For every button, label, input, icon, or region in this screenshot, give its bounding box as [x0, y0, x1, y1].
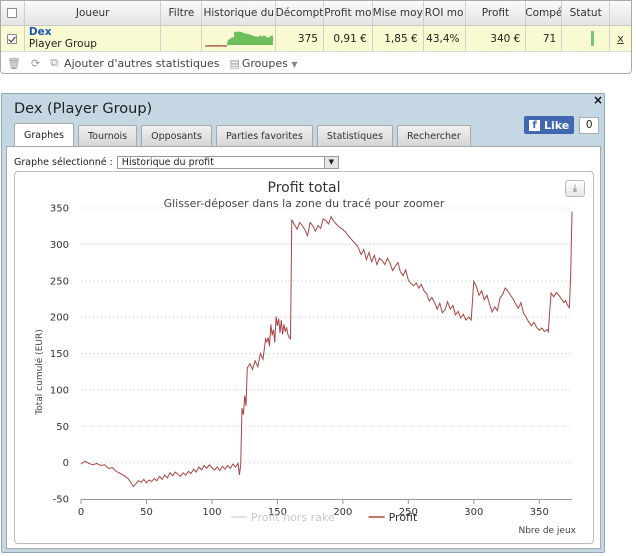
profit-chart-container: ⤓ Profit total Glisser-déposer dans la z… — [14, 171, 594, 544]
facebook-icon: f — [529, 119, 540, 131]
count-cell: 375 — [276, 26, 324, 51]
sparkline-chart — [204, 30, 273, 47]
column-header-avg-bet[interactable]: Mise moy — [373, 1, 424, 25]
profit-avg-cell: 0,91 € — [324, 26, 373, 51]
dialog-title: Dex (Player Group) — [14, 101, 153, 117]
graphs-panel: Graphe sélectionné : Historique du profi… — [6, 146, 601, 549]
y-tick-label: 100 — [50, 385, 69, 396]
tab-opponents[interactable]: Opposants — [141, 125, 212, 146]
column-header-remove — [610, 1, 631, 25]
avg-bet-cell: 1,85 € — [373, 26, 424, 51]
y-tick-label: 150 — [50, 349, 69, 360]
status-indicator — [591, 31, 595, 46]
column-header-profit[interactable]: Profit — [466, 1, 527, 25]
x-tick-label: 300 — [464, 507, 483, 518]
row-checkbox-cell[interactable] — [1, 26, 25, 51]
player-dialog: Dex (Player Group) f Like 0 Graphes Tour… — [1, 93, 605, 553]
competitions-cell: 71 — [526, 26, 563, 51]
select-all-checkbox[interactable] — [7, 8, 18, 18]
chevron-down-icon: ▼ — [291, 59, 298, 69]
graph-selector-row: Graphe sélectionné : Historique du profi… — [14, 156, 339, 169]
groups-icon: ▤ — [229, 56, 240, 70]
legend-item: Profit — [389, 511, 418, 524]
refresh-icon[interactable]: ⟳ — [31, 57, 40, 70]
add-stats-link[interactable]: Ajouter d'autres statistiques — [64, 57, 219, 70]
y-tick-label: 250 — [50, 276, 69, 287]
y-tick-label: 50 — [56, 422, 69, 433]
tab-favorite-games[interactable]: Parties favorites — [215, 125, 313, 146]
y-tick-label: -50 — [53, 495, 69, 506]
add-stats-icon[interactable]: ⧉ — [50, 56, 58, 70]
column-header-competitions[interactable]: Compé — [526, 1, 563, 25]
column-header-count[interactable]: Décompt — [276, 1, 324, 25]
legend-item: Profit hors rake — [251, 511, 335, 524]
graph-select[interactable]: Historique du profit ▼ — [116, 156, 339, 169]
player-name-link[interactable]: Dex — [29, 27, 52, 38]
graph-select-label: Graphe sélectionné : — [14, 157, 113, 168]
column-header-roi[interactable]: ROI mo — [424, 1, 466, 25]
y-tick-label: 300 — [50, 240, 69, 251]
grid-footer: 🗑 ⟳ ⧉ Ajouter d'autres statistiques ▤ Gr… — [1, 53, 631, 73]
roi-cell: 43,4% — [424, 26, 466, 51]
player-grid: Joueur Filtre Historique du Décompt Prof… — [0, 0, 632, 74]
chart-title: Profit total — [268, 180, 341, 196]
y-axis-label: Total cumulé (EUR) — [34, 329, 45, 415]
close-dialog-icon[interactable]: × — [593, 93, 603, 107]
groups-dropdown[interactable]: Groupes ▼ — [242, 57, 298, 70]
y-tick-label: 0 — [63, 458, 69, 469]
dialog-tabs: Graphes Tournois Opposants Parties favor… — [14, 123, 475, 146]
column-header-status[interactable]: Statut — [562, 1, 611, 25]
row-checkbox[interactable] — [7, 33, 18, 44]
facebook-like: f Like 0 — [524, 116, 600, 134]
profit-cell: 340 € — [466, 26, 527, 51]
remove-row-button[interactable]: x — [617, 32, 624, 45]
filter-cell — [161, 26, 203, 51]
player-cell[interactable]: Dex Player Group — [25, 26, 162, 51]
x-tick-label: 200 — [333, 507, 352, 518]
grid-header: Joueur Filtre Historique du Décompt Prof… — [1, 1, 631, 26]
chart-legend[interactable]: Profit hors rake Profit — [231, 511, 418, 524]
remove-row-cell[interactable]: x — [610, 26, 631, 51]
x-tick-label: 100 — [202, 507, 221, 518]
y-tick-label: 200 — [50, 313, 69, 324]
axis-tick-labels: -500501001502002503003500 50 100 150 200 250 3… — [50, 204, 549, 519]
x-tick-label: 50 — [140, 507, 153, 518]
sparkline-area — [204, 30, 273, 46]
facebook-like-button[interactable]: f Like — [524, 116, 575, 134]
series-line-profit — [80, 211, 573, 488]
history-sparkline[interactable] — [202, 26, 277, 51]
series-lines — [80, 211, 573, 488]
download-icon[interactable]: ⤓ — [565, 180, 585, 197]
table-row[interactable]: Dex Player Group 375 0,91 € 1,85 € 43,4%… — [1, 26, 631, 52]
trash-icon[interactable]: 🗑 — [7, 57, 21, 70]
tab-tournaments[interactable]: Tournois — [77, 125, 138, 146]
tab-search[interactable]: Rechercher — [396, 125, 471, 146]
chevron-down-icon[interactable]: ▼ — [323, 157, 338, 168]
column-header-filter[interactable]: Filtre — [161, 1, 203, 25]
tab-graphs[interactable]: Graphes — [14, 123, 74, 146]
x-axis-label: Nbre de jeux — [518, 526, 576, 536]
x-tick-label: 350 — [530, 507, 549, 518]
column-header-history[interactable]: Historique du — [202, 1, 277, 25]
profit-chart[interactable]: Profit total Glisser-déposer dans la zon… — [15, 172, 593, 543]
column-header-profit-avg[interactable]: Profit mo — [324, 1, 373, 25]
column-header-player[interactable]: Joueur — [25, 1, 162, 25]
player-group: Player Group — [28, 38, 97, 50]
status-cell — [562, 26, 611, 51]
grid-lines — [80, 207, 572, 504]
x-tick-label: 0 — [78, 507, 84, 518]
select-all-cell[interactable] — [1, 1, 25, 25]
tab-statistics[interactable]: Statistiques — [316, 125, 393, 146]
facebook-like-count: 0 — [579, 116, 600, 134]
y-tick-label: 350 — [50, 204, 69, 215]
